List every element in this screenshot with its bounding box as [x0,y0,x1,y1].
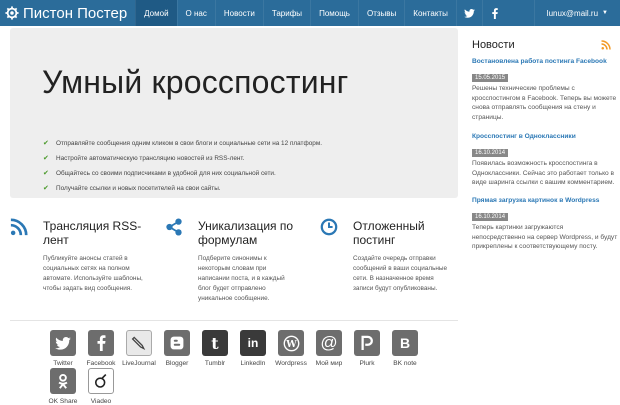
news-date-badge: 16.10.2014 [472,213,509,221]
hero-bullet: ✔ Настройте автоматическую трансляцию нов… [43,151,322,166]
brand-link[interactable]: Пистон Постер [0,0,135,26]
service-tumblr[interactable]: t Tumblr [197,330,233,367]
clock-icon [320,218,338,236]
service-blogger[interactable]: Blogger [159,330,195,367]
news-title-link[interactable]: Прямая загрузка картинок в Wordpress [472,196,618,205]
feature-title: Отложенный постинг [353,219,425,247]
hero-bullet-text: Общайтесь со своими подписчиками в удобн… [56,170,276,177]
vk-icon: B [392,330,418,356]
check-icon: ✔ [43,170,49,177]
service-plurk[interactable]: Plurk [349,330,385,367]
viadeo-icon [88,368,114,394]
news-text: Теперь картинки загружаются непосредстве… [472,224,618,250]
news-title-link[interactable]: Востановлена работа постинга Facebook [472,57,618,66]
service-label: Twitter [53,360,73,367]
feature-text: Создайте очередь отправки сообщений в ва… [353,255,448,292]
blogger-icon [164,330,190,356]
service-label: Blogger [165,360,189,367]
nav-help[interactable]: Помощь [310,0,358,26]
news-text: Решены технические проблемы с кросспости… [472,85,617,121]
check-icon: ✔ [43,155,49,162]
nav-twitter-link[interactable] [455,0,482,26]
user-menu[interactable]: lunux@mail.ru ▼ [533,0,620,26]
sidebar-title: Новости [472,39,515,51]
twitter-icon [463,8,475,18]
linkedin-icon: in [240,330,266,356]
feature-title: Трансляция RSS-лент [43,219,142,247]
odnoklassniki-icon [50,368,76,394]
service-label: BK note [393,360,417,367]
nav-news[interactable]: Новости [214,0,263,26]
service-okshare[interactable]: OK Share [45,368,81,405]
nav-about[interactable]: О нас [176,0,215,26]
livejournal-icon [126,330,152,356]
service-label: LinkedIn [240,360,266,367]
section-divider [10,320,458,321]
nav-home[interactable]: Домой [135,0,177,26]
service-bknote[interactable]: B BK note [387,330,423,367]
hero-bullet: ✔ Получайте ссылки и новых посетителей на… [43,181,322,196]
service-linkedin[interactable]: in LinkedIn [235,330,271,367]
news-item: Востановлена работа постинга Facebook 15… [472,57,618,122]
news-text: Появилась возможность кросспостинга в Од… [472,160,615,186]
hero-bullet-list: ✔ Отправляйте сообщения одним кликом в св… [43,136,322,196]
news-item: Прямая загрузка картинок в Wordpress 16.… [472,196,618,252]
feature-title: Уникализация по формулам [198,219,294,247]
brand-name: Пистон Постер [23,4,128,22]
news-title-link[interactable]: Кросспостинг в Одноклассники [472,132,618,141]
user-email: lunux@mail.ru [546,8,599,18]
service-moimir[interactable]: @ Мой мир [311,330,347,367]
rss-feed-icon[interactable] [601,40,611,50]
gear-logo-icon [5,6,19,20]
news-date-badge: 15.05.2015 [472,74,509,82]
hero-bullet-text: Настройте автоматическую трансляцию ново… [56,155,245,162]
at-sign-icon: @ [316,330,342,356]
service-viadeo[interactable]: Viadeo [83,368,119,405]
tumblr-icon: t [202,330,228,356]
news-date-badge: 16.10.2014 [472,149,509,157]
hero-bullet-text: Получайте ссылки и новых посетителей на … [56,185,221,192]
plurk-icon [354,330,380,356]
service-label: Plurk [359,360,375,367]
rss-icon [10,218,28,236]
news-item: Кросспостинг в Одноклассники 16.10.2014 … [472,132,618,188]
facebook-icon [88,330,114,356]
nav-reviews[interactable]: Отзывы [357,0,404,26]
chevron-down-icon: ▼ [602,10,608,16]
service-label: Facebook [86,360,116,367]
top-navbar: Пистон Постер Домой О нас Новости Тарифы… [0,0,620,26]
hero-bullet: ✔ Отправляйте сообщения одним кликом в св… [43,136,322,151]
check-icon: ✔ [43,140,49,147]
wordpress-icon: W [278,330,304,356]
feature-text: Публикуйте анонсы статей в социальных се… [43,255,143,292]
service-label: Viadeo [90,398,112,405]
nav-contacts[interactable]: Контакты [404,0,456,26]
hero-title: Умный кросспостинг [42,64,349,100]
service-label: Мой мир [315,360,343,367]
service-label: Tumblr [204,360,226,367]
hero-panel: Умный кросспостинг ✔ Отправляйте сообщени… [10,28,458,198]
service-label: Wordpress [275,360,307,367]
service-twitter[interactable]: Twitter [45,330,81,367]
service-livejournal[interactable]: LiveJournal [121,330,157,367]
twitter-icon [50,330,76,356]
nav-pricing[interactable]: Тарифы [262,0,310,26]
hero-bullet: ✔ Общайтесь со своими подписчиками в удоб… [43,166,322,181]
share-icon [166,218,182,236]
hero-bullet-text: Отправляйте сообщения одним кликом в сво… [56,140,323,147]
nav-facebook-link[interactable] [481,0,508,26]
features-row: Трансляция RSS-лент Публикуйте анонсы ст… [10,216,458,316]
svg-text:W: W [285,338,297,349]
service-facebook[interactable]: Facebook [83,330,119,367]
facebook-icon [492,7,499,19]
service-wordpress[interactable]: W Wordpress [273,330,309,367]
service-label: LiveJournal [122,360,156,367]
service-label: OK Share [48,398,78,405]
feature-text: Подберите синонимы к некоторым словам пр… [198,255,285,302]
check-icon: ✔ [43,185,49,192]
